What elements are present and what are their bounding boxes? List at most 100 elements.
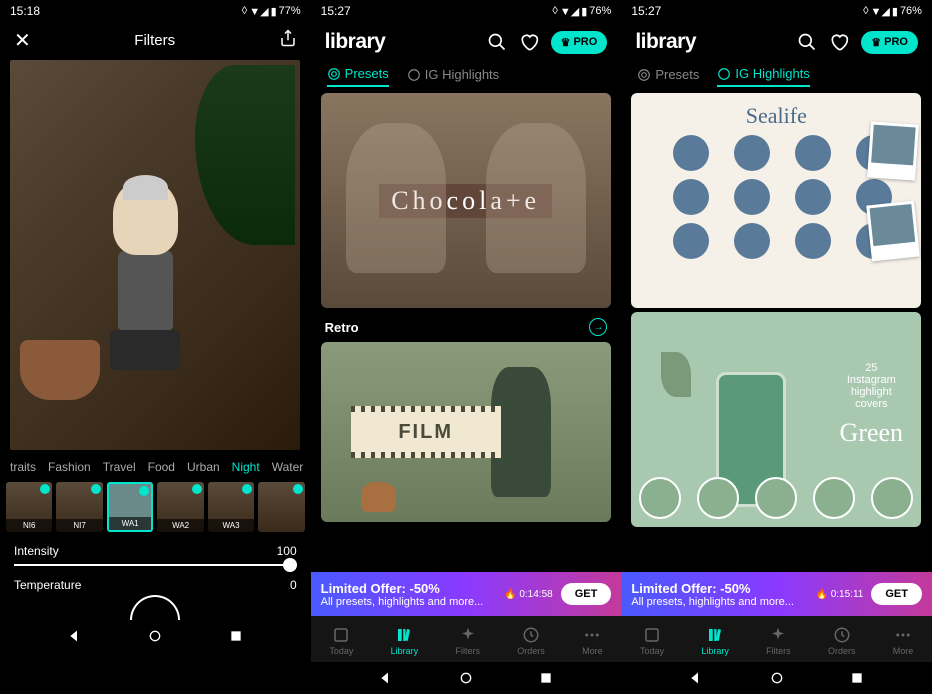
android-nav xyxy=(311,662,622,694)
battery-icon: ▮ xyxy=(892,5,898,18)
highlight-sealife-card[interactable]: Sealife xyxy=(631,93,921,308)
cat-urban[interactable]: Urban xyxy=(187,460,220,474)
pro-button[interactable]: ♛PRO xyxy=(551,31,608,54)
cat-fashion[interactable]: Fashion xyxy=(48,460,91,474)
nav-more[interactable]: More xyxy=(582,626,603,656)
sea-icon xyxy=(795,179,831,215)
leaf-icon xyxy=(661,352,691,397)
nav-library[interactable]: Library xyxy=(391,626,419,656)
android-nav xyxy=(621,662,932,694)
sea-icon xyxy=(795,223,831,259)
tab-highlights[interactable]: IG Highlights xyxy=(407,66,499,87)
thumb-wa1[interactable]: WA1 xyxy=(107,482,154,532)
preset-chocolate-card[interactable]: Chocola+e xyxy=(321,93,611,308)
screen-library-highlights: 15:27 ◊ ▼◢ ▮ 76% library ♛PRO Presets IG… xyxy=(621,0,932,694)
crown-icon: ♛ xyxy=(871,36,881,49)
nav-today[interactable]: Today xyxy=(329,626,353,656)
nav-library[interactable]: Library xyxy=(701,626,729,656)
cat-portraits[interactable]: traits xyxy=(10,460,36,474)
thumb-ni6[interactable]: NI6 xyxy=(6,482,52,532)
recent-icon[interactable] xyxy=(538,670,554,686)
highlight-green-card[interactable]: 25 Instagram highlight covers Green xyxy=(631,312,921,527)
sea-icon xyxy=(673,179,709,215)
film-label: FILM xyxy=(351,412,501,452)
arrow-right-icon[interactable]: → xyxy=(589,318,607,336)
home-icon[interactable] xyxy=(458,670,474,686)
tab-highlights[interactable]: IG Highlights xyxy=(717,66,809,87)
home-icon[interactable] xyxy=(147,628,163,644)
search-icon[interactable] xyxy=(487,32,507,52)
green-circles xyxy=(631,477,921,519)
filter-categories: traits Fashion Travel Food Urban Night W… xyxy=(0,456,311,478)
android-nav xyxy=(0,620,311,652)
content-area[interactable]: Sealife 25 Instagram highlight covers Gr… xyxy=(621,91,932,572)
status-icons: ◊ ▼◢ ▮ 76% xyxy=(552,5,611,18)
back-icon[interactable] xyxy=(378,670,394,686)
offer-subtitle: All presets, highlights and more... xyxy=(321,596,504,608)
intensity-track[interactable] xyxy=(14,564,297,566)
offer-text: Limited Offer: -50% All presets, highlig… xyxy=(321,581,504,608)
search-icon[interactable] xyxy=(797,32,817,52)
close-icon[interactable]: ✕ xyxy=(14,28,31,53)
battery-pct: 77% xyxy=(279,5,301,17)
photo-preview[interactable] xyxy=(10,60,300,450)
person-decor xyxy=(486,123,586,273)
bottom-nav: Today Library Filters Orders More xyxy=(621,616,932,662)
intensity-slider: Intensity 100 xyxy=(0,536,311,570)
arc-handle[interactable] xyxy=(0,602,311,620)
sea-icon xyxy=(734,179,770,215)
thumb-ni7[interactable]: NI7 xyxy=(56,482,102,532)
tab-presets[interactable]: Presets xyxy=(637,66,699,87)
section-title: Retro xyxy=(325,320,359,335)
get-button[interactable]: GET xyxy=(871,583,922,605)
offer-title: Limited Offer: -50% xyxy=(631,581,815,596)
screen-filters: 15:18 ◊ ▼◢ ▮ 77% ✕ Filters traits Fashio… xyxy=(0,0,311,694)
nav-filters[interactable]: Filters xyxy=(455,626,480,656)
share-icon[interactable] xyxy=(279,29,297,52)
circle-icon xyxy=(871,477,913,519)
pro-button[interactable]: ♛PRO xyxy=(861,31,918,54)
preset-film-card[interactable]: FILM xyxy=(321,342,611,522)
cat-travel[interactable]: Travel xyxy=(103,460,136,474)
status-bar: 15:18 ◊ ▼◢ ▮ 77% xyxy=(0,0,311,22)
back-icon[interactable] xyxy=(688,670,704,686)
battery-pct: 76% xyxy=(900,5,922,17)
library-header: library ♛PRO xyxy=(621,22,932,62)
back-icon[interactable] xyxy=(67,628,83,644)
page-title: library xyxy=(325,30,475,54)
nav-filters[interactable]: Filters xyxy=(766,626,791,656)
nav-today[interactable]: Today xyxy=(640,626,664,656)
recent-icon[interactable] xyxy=(228,628,244,644)
offer-banner[interactable]: Limited Offer: -50% All presets, highlig… xyxy=(311,572,622,616)
circle-icon xyxy=(697,477,739,519)
content-area[interactable]: Chocola+e Retro → FILM xyxy=(311,91,622,572)
status-icons: ◊ ▼◢ ▮ 76% xyxy=(863,5,922,18)
thumb-wa3[interactable]: WA3 xyxy=(208,482,254,532)
heart-icon[interactable] xyxy=(829,32,849,52)
cat-water[interactable]: Water xyxy=(272,460,304,474)
offer-timer: 🔥 0:14:58 xyxy=(504,589,553,600)
circle-icon xyxy=(813,477,855,519)
nav-orders[interactable]: Orders xyxy=(517,626,545,656)
sea-icon xyxy=(734,135,770,171)
thumb-more[interactable] xyxy=(258,482,304,532)
cat-food[interactable]: Food xyxy=(148,460,175,474)
sea-icon xyxy=(734,223,770,259)
get-button[interactable]: GET xyxy=(561,583,612,605)
circle-icon xyxy=(755,477,797,519)
vibrate-icon: ◊ xyxy=(552,5,557,17)
slider-knob[interactable] xyxy=(283,558,297,572)
recent-icon[interactable] xyxy=(849,670,865,686)
home-icon[interactable] xyxy=(769,670,785,686)
cat-night[interactable]: Night xyxy=(232,460,260,474)
heart-icon[interactable] xyxy=(519,32,539,52)
nav-orders[interactable]: Orders xyxy=(828,626,856,656)
pro-dot-icon xyxy=(242,484,252,494)
offer-banner[interactable]: Limited Offer: -50% All presets, highlig… xyxy=(621,572,932,616)
filter-thumbs: NI6 NI7 WA1 WA2 WA3 xyxy=(0,478,311,536)
thumb-wa2[interactable]: WA2 xyxy=(157,482,203,532)
library-tabs: Presets IG Highlights xyxy=(621,62,932,91)
offer-timer: 🔥 0:15:11 xyxy=(815,589,863,600)
nav-more[interactable]: More xyxy=(893,626,914,656)
tab-presets[interactable]: Presets xyxy=(327,66,389,87)
